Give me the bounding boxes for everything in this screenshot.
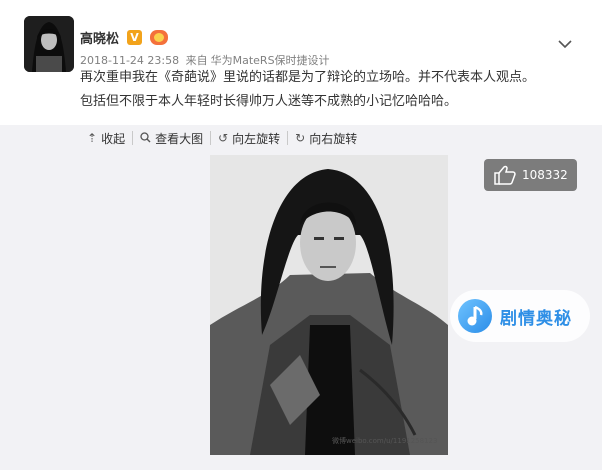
collapse-button[interactable]: ⇡ 收起 bbox=[80, 131, 132, 146]
post-text: 再次重申我在《奇葩说》里说的话都是为了辩论的立场哈。并不代表本人观点。 包括但不… bbox=[80, 66, 590, 114]
brand-name: 剧情奥秘 bbox=[500, 308, 572, 329]
chevron-down-icon[interactable] bbox=[558, 34, 572, 49]
media-toolbar: ⇡ 收起 查看大图 ↺ 向左旋转 ↻ 向右旋转 bbox=[80, 125, 364, 151]
view-large-button[interactable]: 查看大图 bbox=[132, 131, 210, 146]
member-badge-icon bbox=[150, 30, 169, 45]
search-icon bbox=[140, 131, 151, 145]
rotate-right-label: 向右旋转 bbox=[309, 131, 358, 146]
brand-logo-icon bbox=[458, 299, 492, 333]
post-photo[interactable]: 微博weibo.com/u/1191258123 bbox=[210, 155, 448, 455]
collapse-icon: ⇡ bbox=[87, 131, 98, 145]
rotate-left-button[interactable]: ↺ 向左旋转 bbox=[210, 131, 287, 146]
view-large-label: 查看大图 bbox=[155, 131, 204, 146]
rotate-right-icon: ↻ bbox=[295, 131, 306, 145]
thumbs-up-icon bbox=[494, 165, 516, 185]
avatar[interactable] bbox=[24, 16, 74, 72]
post-text-line: 再次重申我在《奇葩说》里说的话都是为了辩论的立场哈。并不代表本人观点。 bbox=[80, 70, 536, 85]
post-text-line: 包括但不限于本人年轻时长得帅万人迷等不成熟的小记忆哈哈哈。 bbox=[80, 94, 458, 109]
rotate-left-icon: ↺ bbox=[218, 131, 229, 145]
rotate-left-label: 向左旋转 bbox=[232, 131, 281, 146]
verified-badge-icon: V bbox=[127, 30, 143, 45]
brand-watermark: 剧情奥秘 bbox=[450, 290, 590, 342]
collapse-label: 收起 bbox=[101, 131, 126, 146]
name-row: 高晓松 V bbox=[80, 28, 169, 47]
like-count: 108332 bbox=[522, 168, 568, 182]
user-name[interactable]: 高晓松 bbox=[80, 28, 119, 47]
photo-watermark: 微博weibo.com/u/1191258123 bbox=[332, 436, 437, 445]
like-button[interactable]: 108332 bbox=[484, 159, 577, 191]
weibo-post-card: 高晓松 V 2018-11-24 23:58 来自 华为MateRS保时捷设计 再… bbox=[0, 0, 602, 470]
rotate-right-button[interactable]: ↻ 向右旋转 bbox=[287, 131, 364, 146]
